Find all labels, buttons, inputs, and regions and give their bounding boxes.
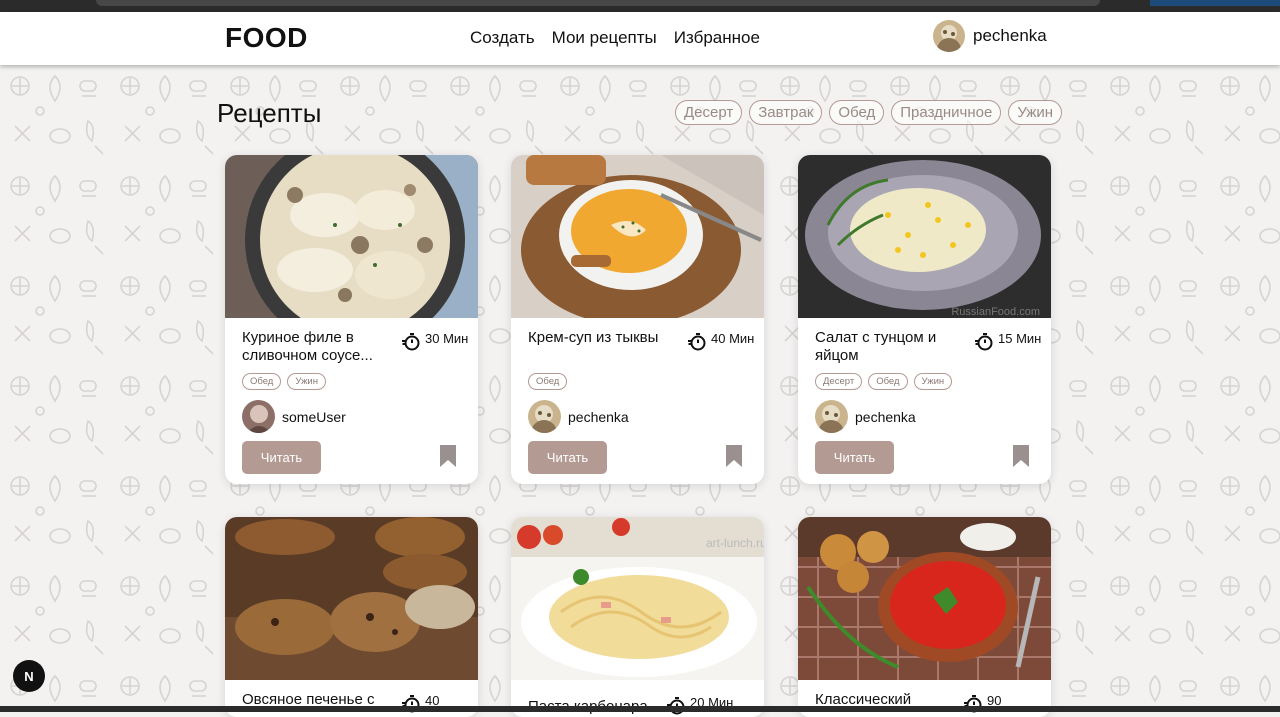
svg-text:RussianFood.com: RussianFood.com: [951, 306, 1040, 318]
user-menu[interactable]: pechenka: [933, 20, 1047, 52]
read-button[interactable]: Читать: [815, 441, 894, 474]
recipe-image-pumpkin-soup: [511, 155, 764, 318]
top-navbar: FOOD Создать Мои рецепты Избранное peche…: [0, 12, 1280, 65]
nav-my-recipes[interactable]: Мои рецепты: [552, 28, 657, 48]
recipe-tags: Обед: [528, 373, 568, 390]
author-avatar: [815, 400, 848, 433]
recipe-tag: Ужин: [287, 373, 326, 390]
recipe-card: Овсяное печенье с 40: [225, 517, 478, 717]
recipe-title[interactable]: Крем-суп из тыквы: [528, 329, 683, 347]
read-button[interactable]: Читать: [528, 441, 607, 474]
author-name: pechenka: [568, 408, 629, 425]
author-name: pechenka: [855, 408, 916, 425]
recipe-title[interactable]: Куриное филе в сливочном соусе...: [242, 329, 397, 365]
timer-icon: [402, 333, 420, 351]
username: pechenka: [973, 26, 1047, 45]
recipe-tag: Ужин: [913, 373, 953, 390]
cooking-time: 40 Мин: [687, 331, 754, 351]
timer-icon: [667, 697, 685, 715]
bottom-strip: [0, 706, 1280, 712]
page-title: Рецепты: [217, 98, 322, 128]
recipe-tag: Десерт: [815, 373, 863, 390]
timer-icon: [688, 333, 706, 351]
recipe-author[interactable]: pechenka: [528, 400, 629, 433]
bookmark-icon[interactable]: [726, 445, 742, 467]
recipe-image-borscht: [798, 517, 1051, 680]
recipe-title[interactable]: Салат с тунцом и яйцом: [815, 329, 970, 365]
recipe-card: RussianFood.com Салат с тунцом и яйцом 1…: [798, 155, 1051, 484]
filter-holiday[interactable]: Праздничное: [891, 100, 1002, 125]
filter-breakfast[interactable]: Завтрак: [749, 100, 823, 125]
read-button[interactable]: Читать: [242, 441, 321, 474]
recipe-tags: Десерт Обед Ужин: [815, 373, 953, 390]
recipe-image-oat-cookies: [225, 517, 478, 680]
recipe-image-carbonara: art-lunch.ru: [511, 517, 764, 680]
recipe-tags: Обед Ужин: [242, 373, 326, 390]
browser-top-bar: [0, 0, 1280, 12]
category-filters: Десерт Завтрак Обед Праздничное Ужин: [675, 100, 1063, 125]
author-avatar: [528, 400, 561, 433]
user-avatar: [933, 20, 965, 52]
filter-dinner[interactable]: Ужин: [1008, 100, 1063, 125]
recipe-image-chicken: [225, 155, 478, 318]
bookmark-icon[interactable]: [1013, 445, 1029, 467]
cooking-time: 30 Мин: [401, 331, 468, 351]
nav-links: Создать Мои рецепты Избранное: [470, 28, 760, 48]
author-avatar: [242, 400, 275, 433]
bookmark-icon[interactable]: [440, 445, 456, 467]
svg-text:art-lunch.ru: art-lunch.ru: [706, 536, 764, 550]
recipe-author[interactable]: pechenka: [815, 400, 916, 433]
nav-create[interactable]: Создать: [470, 28, 535, 48]
nav-favorites[interactable]: Избранное: [674, 28, 760, 48]
nextjs-dev-badge[interactable]: N: [13, 660, 45, 692]
cooking-time: 20 Мин: [666, 695, 733, 715]
recipe-author[interactable]: someUser: [242, 400, 346, 433]
browser-accent: [1150, 0, 1280, 6]
recipe-card: Куриное филе в сливочном соусе... 30 Мин…: [225, 155, 478, 484]
recipe-tag: Обед: [528, 373, 568, 390]
author-name: someUser: [282, 408, 346, 425]
recipe-card: Классический 90: [798, 517, 1051, 717]
filter-dessert[interactable]: Десерт: [675, 100, 743, 125]
cooking-time-value: 15 Мин: [998, 331, 1042, 346]
recipe-card: Крем-суп из тыквы 40 Мин Обед pechenka Ч…: [511, 155, 764, 484]
cooking-time: 15 Мин: [974, 331, 1041, 351]
cooking-time-value: 40 Мин: [711, 331, 755, 346]
recipe-card: art-lunch.ru Паста карбонара 20 Мин: [511, 517, 764, 717]
browser-url-bar: [96, 0, 1100, 6]
logo[interactable]: FOOD: [225, 22, 308, 54]
recipe-tag: Обед: [242, 373, 282, 390]
recipe-tag: Обед: [868, 373, 908, 390]
recipe-image-tuna-salad: RussianFood.com: [798, 155, 1051, 318]
timer-icon: [975, 333, 993, 351]
filter-lunch[interactable]: Обед: [829, 100, 885, 125]
cooking-time-value: 30 Мин: [425, 331, 469, 346]
